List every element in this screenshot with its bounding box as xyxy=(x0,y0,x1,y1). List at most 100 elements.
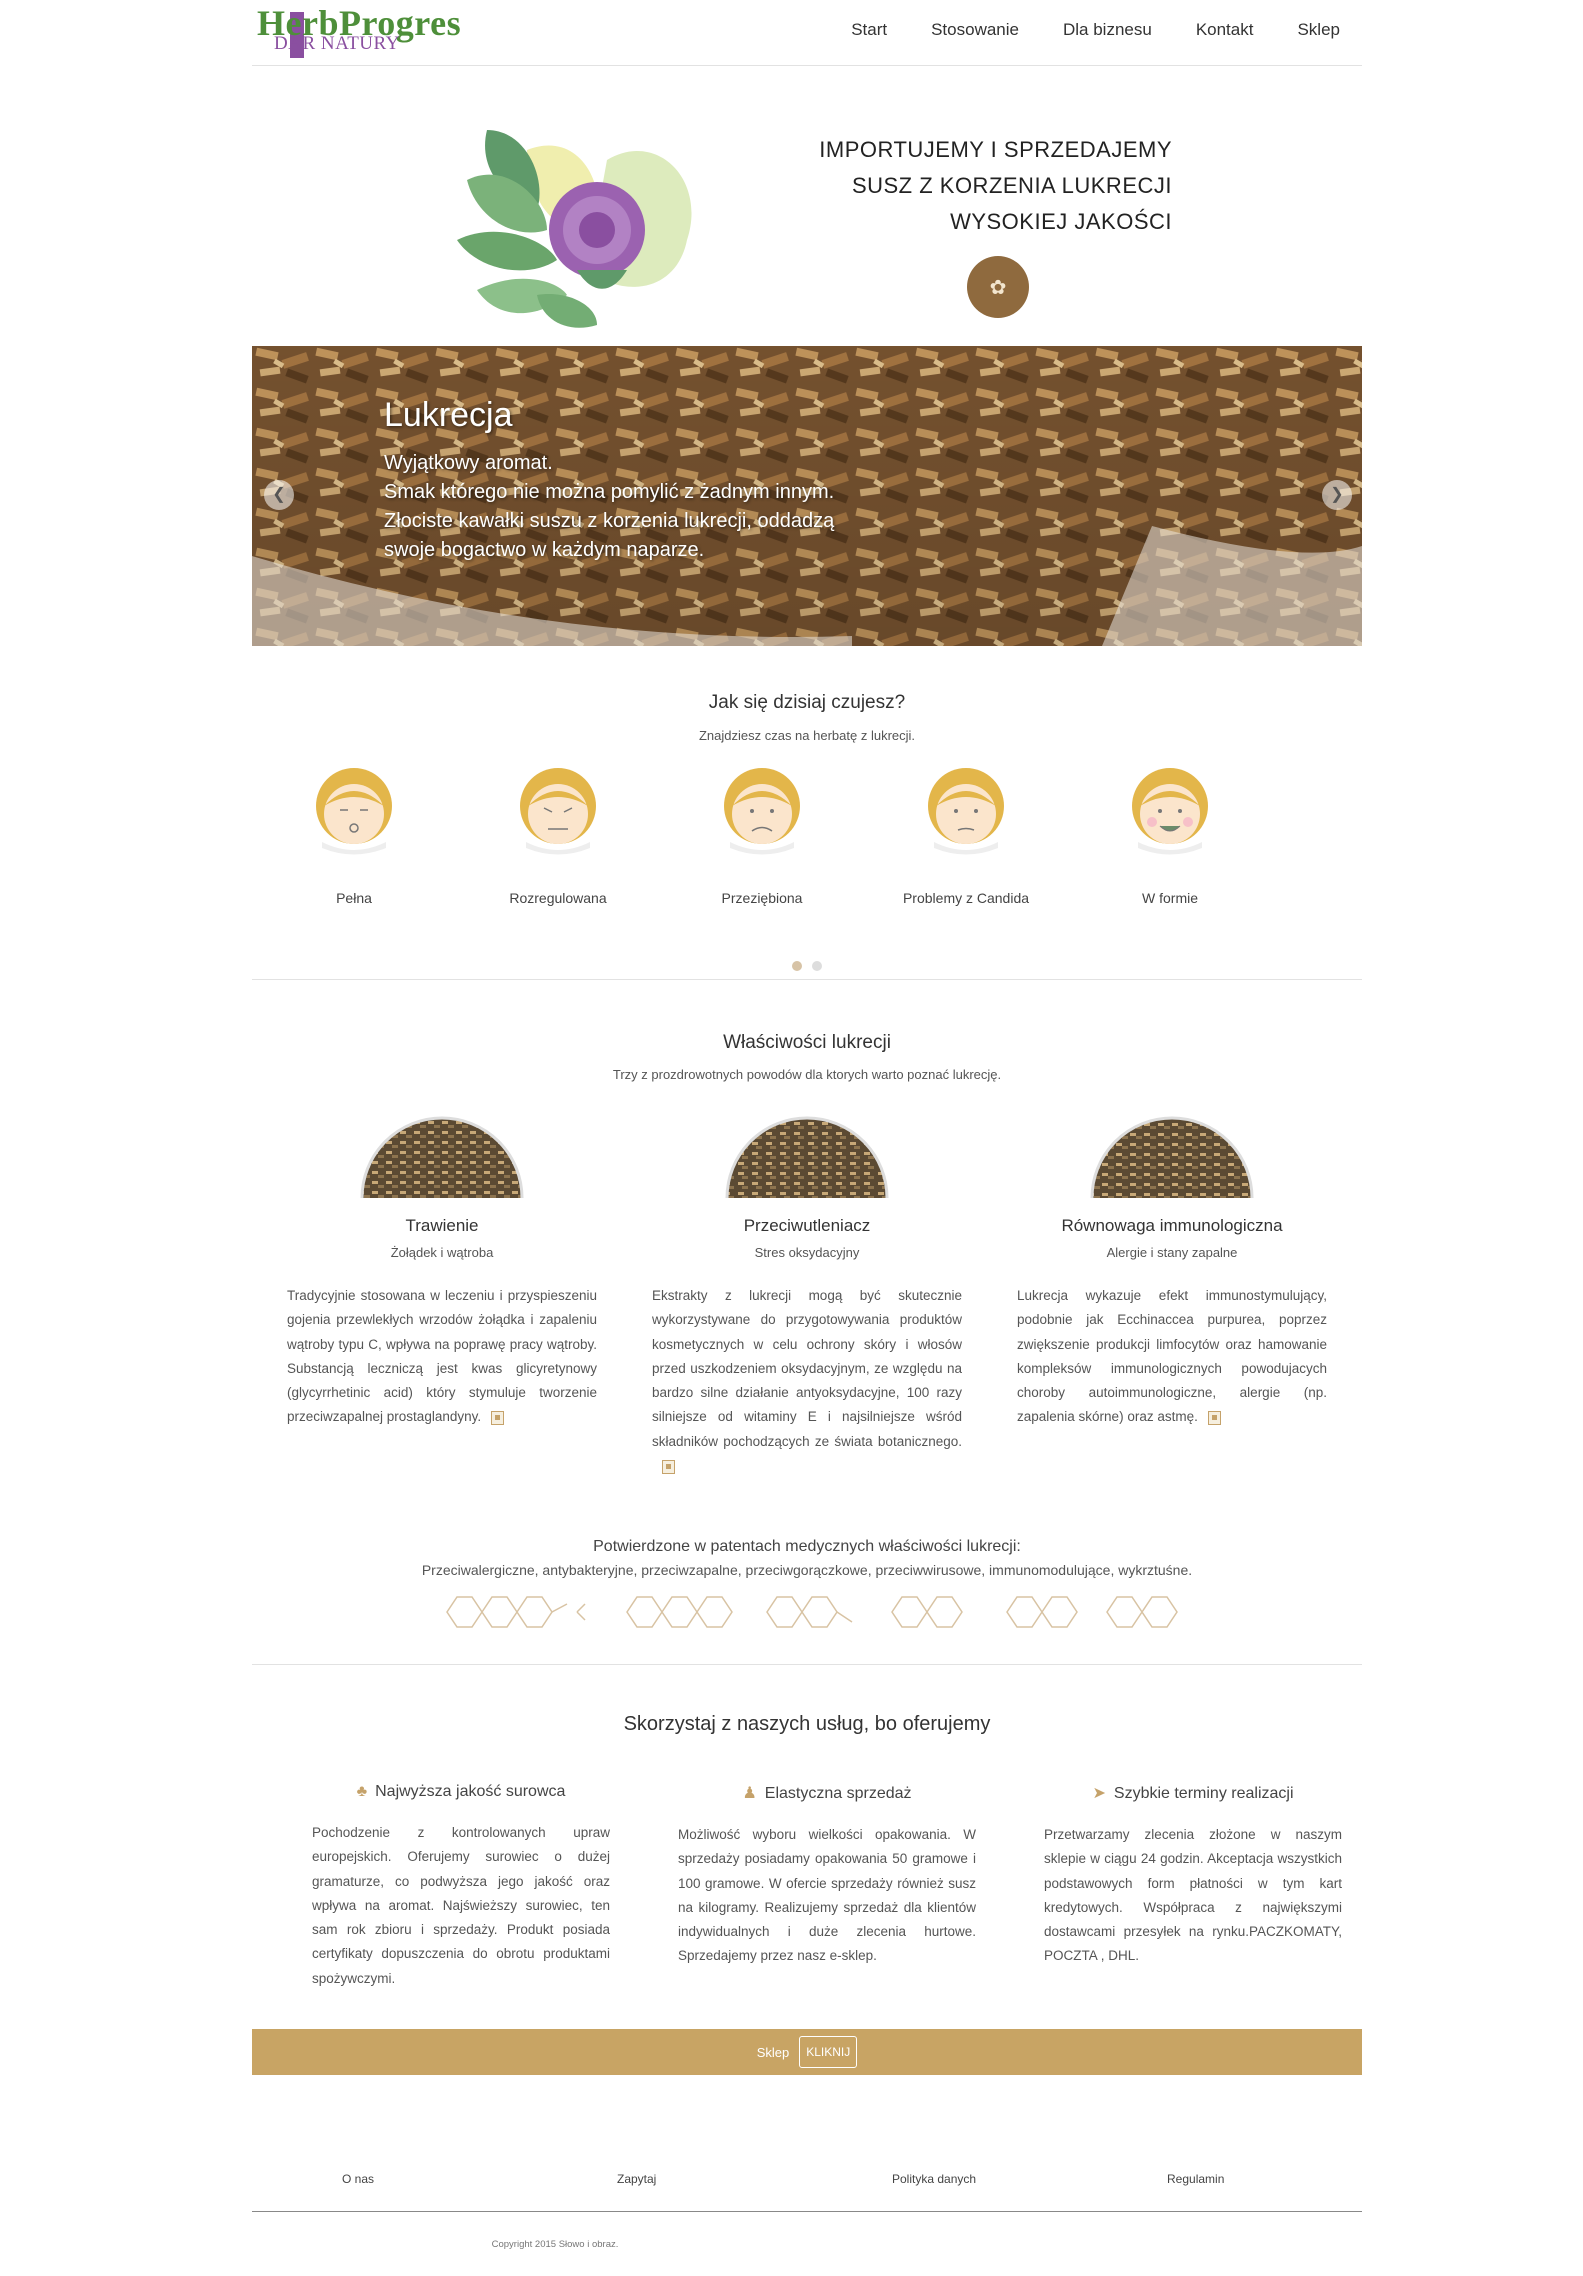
service-card: ♟ Elastyczna sprzedaż Możliwość wyboru wi… xyxy=(678,1783,976,1969)
property-title: Równowaga immunologiczna xyxy=(1061,1216,1283,1235)
tree-icon: ♣ xyxy=(356,1783,368,1800)
service-card: ♣ Najwyższa jakość surowca Pochodzenie z … xyxy=(312,1783,610,1991)
service-heading: ♣ Najwyższa jakość surowca xyxy=(312,1783,610,1801)
service-title: Najwyższa jakość surowca xyxy=(375,1783,566,1800)
nav-item-kontakt[interactable]: Kontakt xyxy=(1174,20,1276,40)
nav-item-dla-biznesu[interactable]: Dla biznesu xyxy=(1041,20,1174,40)
property-subtitle: Stres oksydacyjny xyxy=(754,1245,860,1260)
carousel-dot[interactable] xyxy=(792,961,802,971)
shop-label: Sklep xyxy=(756,2044,790,2060)
service-text: Pochodzenie z kontrolowanych upraw europ… xyxy=(312,1825,610,1986)
properties-section: Właściwości lukrecji Trzy z prozdrowotny… xyxy=(252,980,1362,1665)
footer-link-polityka[interactable]: Polityka danych xyxy=(892,2172,976,2186)
property-text: Lukrecja wykazuje efekt immunostymulując… xyxy=(1017,1284,1327,1430)
services-section: Skorzystaj z naszych usług, bo oferujemy… xyxy=(252,1665,1362,2058)
properties-title: Właściwości lukrecji xyxy=(723,1032,891,1053)
patents-block: Potwierdzone w patentach medycznych właś… xyxy=(252,1538,1362,1642)
feeling-item[interactable]: Problemy z Candida xyxy=(864,766,1068,906)
site-footer: O nas Zapytaj Polityka danych Regulamin xyxy=(252,2160,1362,2212)
flower-leaves-illustration xyxy=(457,130,692,328)
services-title: Skorzystaj z naszych usług, bo oferujemy xyxy=(623,1713,991,1735)
property-text-body: Ekstrakty z lukrecji mogą być skutecznie… xyxy=(652,1288,962,1449)
licorice-bowl-image xyxy=(725,1116,889,1199)
image-slider: ❮ ❯ Lukrecja Wyjątkowy aromat. Smak któr… xyxy=(252,346,1362,646)
document-icon[interactable] xyxy=(491,1410,505,1425)
footer-link-o-nas[interactable]: O nas xyxy=(342,2172,374,2186)
feelings-title: Jak się dzisiaj czujesz? xyxy=(708,692,906,713)
properties-subtitle: Trzy z prozdrowotnych powodów dla ktoryc… xyxy=(612,1067,1002,1082)
person-icon: ♟ xyxy=(742,1785,757,1802)
feeling-label: Przeziębiona xyxy=(721,890,803,906)
slide-line-3: Złociste kawałki suszu z korzenia lukrec… xyxy=(384,510,835,532)
service-heading: ➤ Szybkie terminy realizacji xyxy=(1044,1783,1342,1803)
slide-line-4: swoje bogactwo w każdym naparze. xyxy=(384,539,705,561)
property-card: Trawienie Żołądek i wątroba Tradycyjnie … xyxy=(287,1110,597,1430)
property-card: Równowaga immunologiczna Alergie i stany… xyxy=(1017,1110,1327,1430)
main-nav: Start Stosowanie Dla biznesu Kontakt Skl… xyxy=(829,20,1362,40)
feeling-label: Pełna xyxy=(336,890,372,906)
feeling-item[interactable]: Przeziębiona xyxy=(660,766,864,906)
face-icon xyxy=(928,768,1004,855)
page: HerbProgres DAR NATURY Start Stosowanie … xyxy=(0,0,1583,2276)
document-icon[interactable] xyxy=(662,1459,675,1474)
chevron-left-icon[interactable]: ❮ xyxy=(264,480,294,510)
licorice-bowl-image xyxy=(360,1116,524,1199)
feelings-subtitle: Znajdziesz czas na herbatę z lukrecji. xyxy=(698,728,916,743)
site-header: HerbProgres DAR NATURY Start Stosowanie … xyxy=(252,0,1362,66)
nav-item-sklep[interactable]: Sklep xyxy=(1275,20,1362,40)
carousel-pagination xyxy=(252,958,1362,976)
property-text: Ekstrakty z lukrecji mogą być skutecznie… xyxy=(652,1284,962,1478)
chevron-right-icon[interactable]: ❯ xyxy=(1322,480,1352,510)
footer-link-zapytaj[interactable]: Zapytaj xyxy=(617,2172,656,2186)
slide-line-2: Smak którego nie można pomylić z żadnym … xyxy=(384,481,835,503)
face-icon xyxy=(724,768,800,855)
hero-line-3: WYSOKIEJ JAKOŚCI xyxy=(950,209,1172,234)
logo[interactable]: HerbProgres DAR NATURY xyxy=(257,2,487,58)
property-text-body: Lukrecja wykazuje efekt immunostymulując… xyxy=(1017,1288,1327,1425)
service-text: Możliwość wyboru wielkości opakowania. W… xyxy=(678,1827,976,1964)
service-title: Elastyczna sprzedaż xyxy=(764,1785,912,1802)
send-arrow-icon: ➤ xyxy=(1092,1785,1106,1802)
service-card: ➤ Szybkie terminy realizacji Przetwarzamy… xyxy=(1044,1783,1342,1969)
quality-seal-icon: ✿ xyxy=(967,256,1029,318)
nav-item-stosowanie[interactable]: Stosowanie xyxy=(909,20,1041,40)
property-title: Trawienie xyxy=(405,1216,479,1235)
copyright: Copyright 2015 Słowo i obraz. xyxy=(491,2239,619,2250)
feelings-section: Jak się dzisiaj czujesz? Znajdziesz czas… xyxy=(252,646,1362,980)
patents-list: Przeciwalergiczne, antybakteryjne, przec… xyxy=(421,1562,1193,1578)
footer-link-regulamin[interactable]: Regulamin xyxy=(1167,2172,1224,2186)
slide-caption: Lukrecja Wyjątkowy aromat. Smak którego … xyxy=(384,396,834,565)
feeling-item[interactable]: Rozregulowana xyxy=(456,766,660,906)
shop-banner: Sklep KLIKNIJ xyxy=(252,2029,1362,2075)
feeling-item[interactable]: Pełna xyxy=(252,766,456,906)
property-title: Przeciwutleniacz xyxy=(743,1216,871,1235)
slide-line-1: Wyjątkowy aromat. xyxy=(384,452,553,474)
molecule-structures-image xyxy=(446,1596,1178,1628)
document-icon[interactable] xyxy=(1207,1410,1221,1425)
feeling-item[interactable]: W formie xyxy=(1068,766,1272,906)
hero-headline: IMPORTUJEMY I SPRZEDAJEMY SUSZ Z KORZENI… xyxy=(819,132,1172,240)
feeling-label: W formie xyxy=(1142,890,1198,906)
feelings-carousel: Pełna Rozregulowana Przeziębiona Problem… xyxy=(252,766,1362,906)
service-title: Szybkie terminy realizacji xyxy=(1113,1785,1294,1802)
hero-line-1: IMPORTUJEMY I SPRZEDAJEMY xyxy=(819,137,1172,162)
patents-title: Potwierdzone w patentach medycznych właś… xyxy=(593,1538,1021,1555)
hero-line-2: SUSZ Z KORZENIA LUKRECJI xyxy=(851,173,1172,198)
property-subtitle: Alergie i stany zapalne xyxy=(1106,1245,1238,1260)
property-subtitle: Żołądek i wątroba xyxy=(390,1245,494,1260)
face-icon xyxy=(1132,768,1208,855)
property-text: Tradycyjnie stosowana w leczeniu i przys… xyxy=(287,1284,597,1430)
hero: IMPORTUJEMY I SPRZEDAJEMY SUSZ Z KORZENI… xyxy=(252,66,1362,346)
face-icon xyxy=(316,768,392,855)
shop-button[interactable]: KLIKNIJ xyxy=(799,2036,858,2068)
property-text-body: Tradycyjnie stosowana w leczeniu i przys… xyxy=(287,1288,597,1425)
feeling-label: Rozregulowana xyxy=(509,890,607,906)
service-text: Przetwarzamy zlecenia złożone w naszym s… xyxy=(1044,1827,1342,1964)
nav-item-start[interactable]: Start xyxy=(829,20,909,40)
carousel-dot[interactable] xyxy=(812,961,822,971)
feeling-label: Problemy z Candida xyxy=(902,890,1030,906)
slide-title: Lukrecja xyxy=(384,396,513,434)
licorice-bowl-image xyxy=(1090,1116,1254,1199)
face-icon xyxy=(520,768,596,855)
property-card: Przeciwutleniacz Stres oksydacyjny Ekstr… xyxy=(652,1110,962,1478)
